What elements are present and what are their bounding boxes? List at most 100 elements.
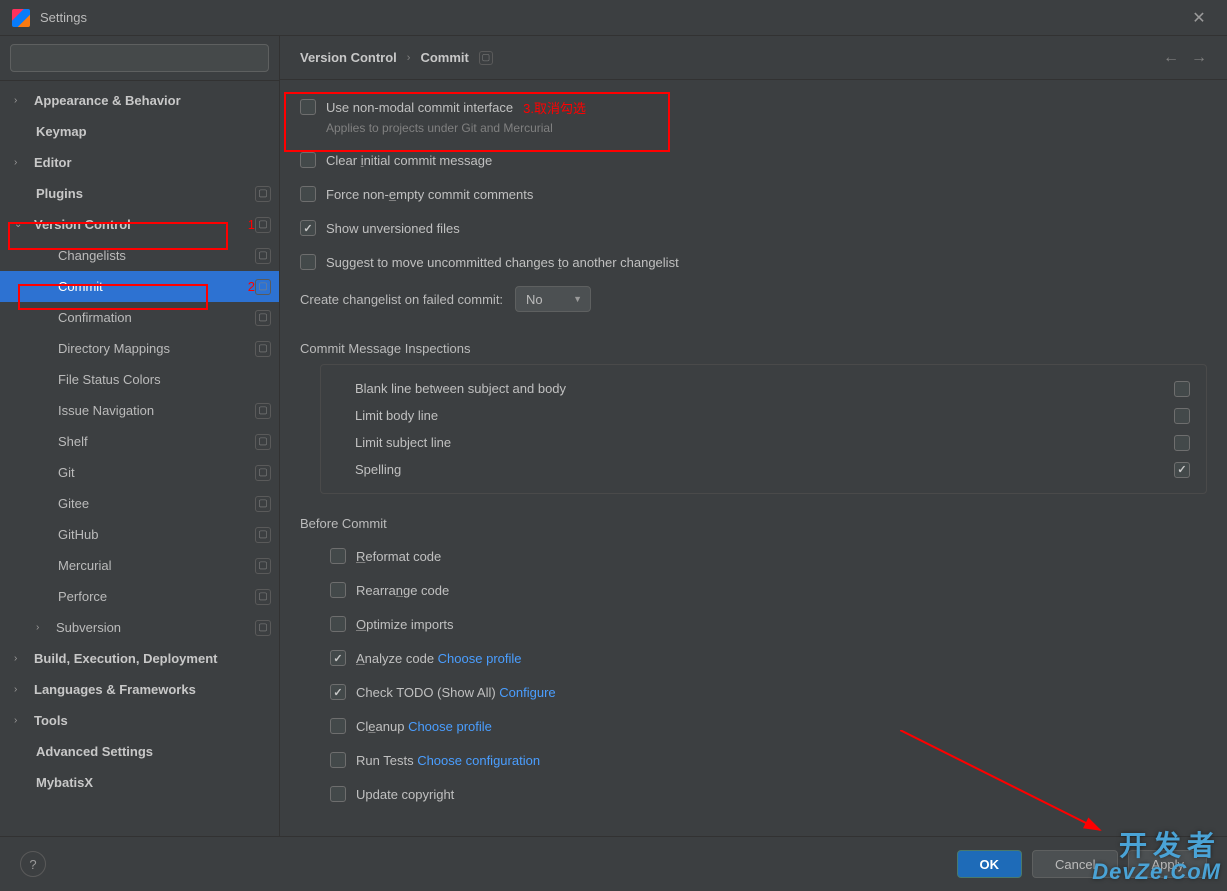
sidebar-item-label: Issue Navigation xyxy=(58,403,255,418)
show-unversioned-checkbox[interactable] xyxy=(300,220,316,236)
sidebar-item-keymap[interactable]: Keymap xyxy=(0,116,279,147)
annotation-2: 2 xyxy=(248,279,255,294)
copyright-label: Update copyright xyxy=(356,787,454,802)
breadcrumb: Version Control › Commit ▢ ← → xyxy=(280,36,1227,80)
chevron-icon: › xyxy=(14,157,28,168)
app-icon xyxy=(12,9,30,27)
scope-badge-icon: ▢ xyxy=(255,434,271,450)
scope-badge-icon: ▢ xyxy=(255,558,271,574)
sidebar-item-changelists[interactable]: Changelists▢ xyxy=(0,240,279,271)
sidebar-item-file-status-colors[interactable]: File Status Colors xyxy=(0,364,279,395)
chevron-icon: › xyxy=(36,622,50,633)
sidebar-item-advanced-settings[interactable]: Advanced Settings xyxy=(0,736,279,767)
window-title: Settings xyxy=(40,10,87,25)
cleanup-link[interactable]: Choose profile xyxy=(408,719,492,734)
nonmodal-checkbox[interactable] xyxy=(300,99,316,115)
back-icon[interactable]: ← xyxy=(1163,49,1179,67)
scope-badge-icon: ▢ xyxy=(255,217,271,233)
reformat-checkbox[interactable] xyxy=(330,548,346,564)
sidebar-item-languages-frameworks[interactable]: ›Languages & Frameworks xyxy=(0,674,279,705)
insp-blank-label: Blank line between subject and body xyxy=(337,381,1174,396)
insp-blank-checkbox[interactable] xyxy=(1174,381,1190,397)
sidebar-item-label: Build, Execution, Deployment xyxy=(34,651,271,666)
show-unversioned-label: Show unversioned files xyxy=(326,221,460,236)
todo-checkbox[interactable] xyxy=(330,684,346,700)
suggest-move-checkbox[interactable] xyxy=(300,254,316,270)
optimize-checkbox[interactable] xyxy=(330,616,346,632)
inspections-box: Blank line between subject and body Limi… xyxy=(320,364,1207,494)
sidebar-item-version-control[interactable]: ⌄Version Control1▢ xyxy=(0,209,279,240)
sidebar-item-label: Perforce xyxy=(58,589,255,604)
todo-label: Check TODO (Show All) Configure xyxy=(356,685,556,700)
sidebar-item-label: File Status Colors xyxy=(58,372,271,387)
sidebar-item-label: Directory Mappings xyxy=(58,341,255,356)
search-input[interactable] xyxy=(10,44,269,72)
runtests-link[interactable]: Choose configuration xyxy=(417,753,540,768)
sidebar-item-github[interactable]: GitHub▢ xyxy=(0,519,279,550)
help-icon[interactable]: ? xyxy=(20,851,46,877)
sidebar-item-mybatisx[interactable]: MybatisX xyxy=(0,767,279,798)
forward-icon[interactable]: → xyxy=(1191,49,1207,67)
sidebar-item-label: Commit xyxy=(58,279,232,294)
scope-badge-icon: ▢ xyxy=(255,279,271,295)
ok-button[interactable]: OK xyxy=(957,850,1023,878)
analyze-checkbox[interactable] xyxy=(330,650,346,666)
scope-badge-icon: ▢ xyxy=(255,496,271,512)
breadcrumb-seg-commit: Commit xyxy=(420,50,468,65)
runtests-checkbox[interactable] xyxy=(330,752,346,768)
sidebar-item-tools[interactable]: ›Tools xyxy=(0,705,279,736)
chevron-right-icon: › xyxy=(407,52,411,64)
cancel-button[interactable]: Cancel xyxy=(1032,850,1118,878)
rearrange-checkbox[interactable] xyxy=(330,582,346,598)
close-icon[interactable]: ✕ xyxy=(1183,2,1215,34)
analyze-link[interactable]: Choose profile xyxy=(438,651,522,666)
sidebar-item-label: Appearance & Behavior xyxy=(34,93,271,108)
suggest-move-label: Suggest to move uncommitted changes to a… xyxy=(326,255,679,270)
cleanup-checkbox[interactable] xyxy=(330,718,346,734)
chevron-icon: › xyxy=(14,653,28,664)
insp-limit-body-label: Limit body line xyxy=(337,408,1174,423)
sidebar-item-directory-mappings[interactable]: Directory Mappings▢ xyxy=(0,333,279,364)
insp-spelling-label: Spelling xyxy=(337,462,1174,477)
breadcrumb-seg-version-control[interactable]: Version Control xyxy=(300,50,397,65)
scope-badge-icon: ▢ xyxy=(255,310,271,326)
sidebar-item-label: Gitee xyxy=(58,496,255,511)
chevron-icon: › xyxy=(14,684,28,695)
sidebar-item-appearance-behavior[interactable]: ›Appearance & Behavior xyxy=(0,85,279,116)
runtests-label: Run Tests Choose configuration xyxy=(356,753,540,768)
sidebar-item-perforce[interactable]: Perforce▢ xyxy=(0,581,279,612)
sidebar-item-confirmation[interactable]: Confirmation▢ xyxy=(0,302,279,333)
clear-initial-checkbox[interactable] xyxy=(300,152,316,168)
sidebar-item-gitee[interactable]: Gitee▢ xyxy=(0,488,279,519)
create-changelist-label: Create changelist on failed commit: xyxy=(300,292,503,307)
sidebar-item-editor[interactable]: ›Editor xyxy=(0,147,279,178)
create-changelist-dropdown[interactable]: No xyxy=(515,286,591,312)
apply-button[interactable]: Apply xyxy=(1128,850,1207,878)
scope-badge-icon: ▢ xyxy=(255,465,271,481)
sidebar-item-git[interactable]: Git▢ xyxy=(0,457,279,488)
sidebar-item-build-execution-deployment[interactable]: › Build, Execution, Deployment xyxy=(0,643,279,674)
insp-limit-subject-label: Limit subject line xyxy=(337,435,1174,450)
clear-initial-label: Clear initial commit message xyxy=(326,153,492,168)
copyright-checkbox[interactable] xyxy=(330,786,346,802)
sidebar-item-label: Version Control xyxy=(34,217,232,232)
sidebar-item-issue-navigation[interactable]: Issue Navigation▢ xyxy=(0,395,279,426)
force-nonempty-checkbox[interactable] xyxy=(300,186,316,202)
insp-limit-subject-checkbox[interactable] xyxy=(1174,435,1190,451)
todo-link[interactable]: Configure xyxy=(499,685,555,700)
sidebar-item-plugins[interactable]: Plugins▢ xyxy=(0,178,279,209)
sidebar-item-mercurial[interactable]: Mercurial▢ xyxy=(0,550,279,581)
rearrange-label: Rearrange code xyxy=(356,583,449,598)
analyze-label: Analyze code Choose profile xyxy=(356,651,522,666)
insp-spelling-checkbox[interactable] xyxy=(1174,462,1190,478)
sidebar-item-subversion[interactable]: ›Subversion▢ xyxy=(0,612,279,643)
chevron-icon: ⌄ xyxy=(14,219,28,230)
sidebar-item-commit[interactable]: Commit 2▢ xyxy=(0,271,279,302)
sidebar-item-shelf[interactable]: Shelf▢ xyxy=(0,426,279,457)
scope-badge-icon: ▢ xyxy=(255,527,271,543)
sidebar-item-label: GitHub xyxy=(58,527,255,542)
chevron-icon: › xyxy=(14,715,28,726)
scope-badge-icon: ▢ xyxy=(479,51,493,65)
sidebar-item-label: Git xyxy=(58,465,255,480)
insp-limit-body-checkbox[interactable] xyxy=(1174,408,1190,424)
